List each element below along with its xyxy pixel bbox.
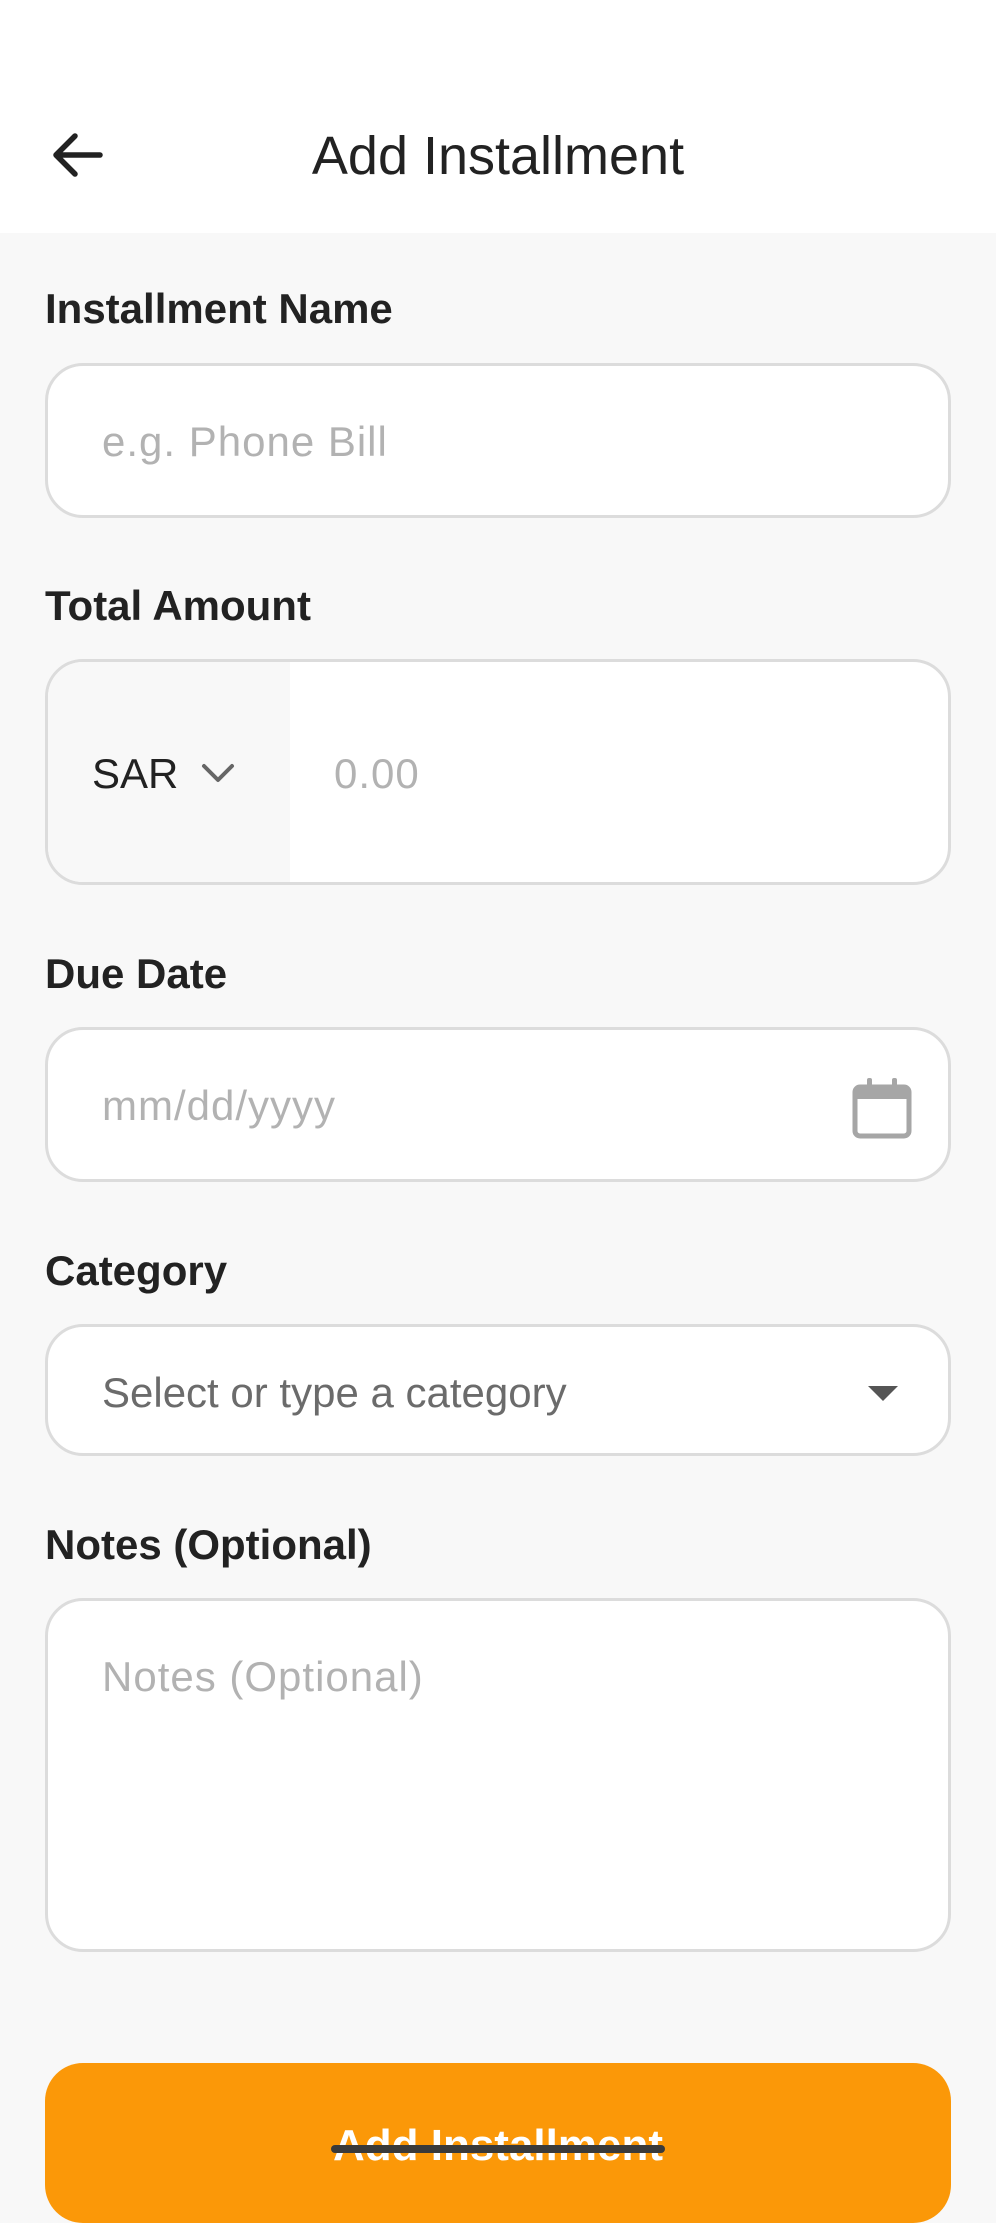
category-placeholder: Select or type a category: [102, 1369, 567, 1416]
due-date-input[interactable]: mm/dd/yyyy: [45, 1027, 951, 1182]
notes-textarea[interactable]: Notes (Optional): [45, 1598, 951, 1952]
add-installment-button[interactable]: Add Installment: [45, 2063, 951, 2223]
page-title: Add Installment: [311, 126, 685, 186]
chevron-down-icon: [202, 764, 234, 782]
due-date-label: Due Date: [45, 950, 228, 997]
total-amount-field: SAR 0.00: [45, 659, 951, 885]
installment-name-input[interactable]: e.g. Phone Bill: [45, 363, 951, 518]
notes-placeholder: Notes (Optional): [102, 1653, 424, 1700]
app-header: Add Installment: [0, 0, 996, 233]
category-label: Category: [45, 1247, 228, 1294]
home-indicator: [331, 2145, 665, 2153]
amount-input[interactable]: 0.00: [334, 746, 420, 802]
dropdown-caret-icon: [868, 1386, 898, 1401]
notes-label: Notes (Optional): [45, 1521, 372, 1568]
calendar-icon[interactable]: [850, 1076, 914, 1140]
category-select[interactable]: Select or type a category: [45, 1324, 951, 1456]
currency-code: SAR: [92, 750, 179, 797]
currency-selector[interactable]: SAR: [48, 662, 290, 882]
installment-name-placeholder: e.g. Phone Bill: [102, 418, 388, 465]
installment-name-label: Installment Name: [45, 285, 393, 332]
due-date-placeholder: mm/dd/yyyy: [102, 1082, 337, 1129]
total-amount-label: Total Amount: [45, 582, 311, 629]
